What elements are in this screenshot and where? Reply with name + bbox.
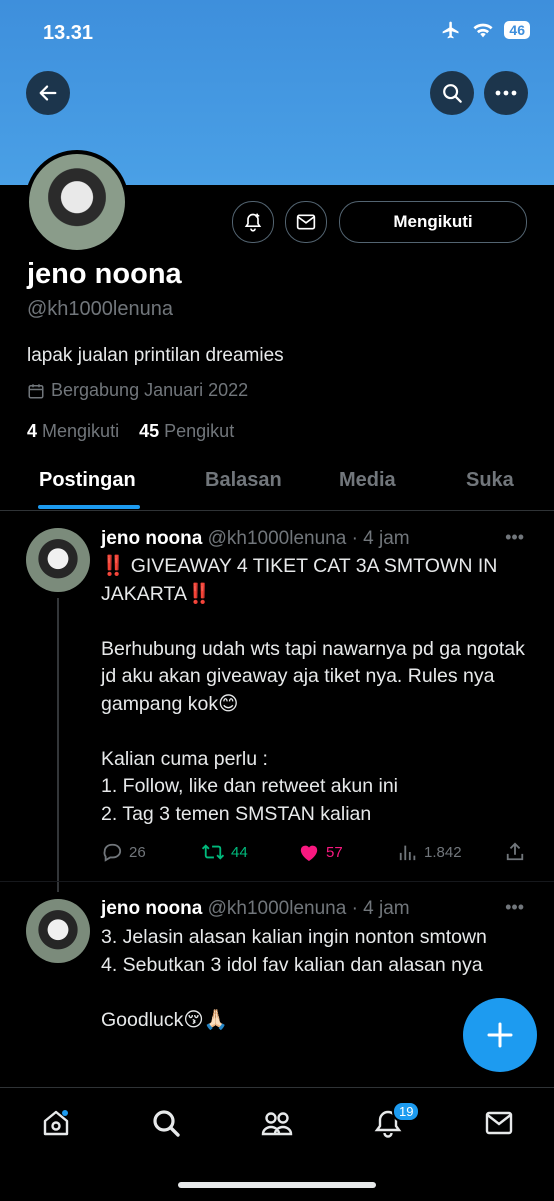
tweet[interactable]: jeno noona @kh1000lenuna · 4 jam ••• ‼️ … (0, 511, 554, 891)
status-icons: 46 (440, 20, 530, 40)
home-indicator[interactable] (178, 1182, 376, 1188)
compose-button[interactable] (463, 998, 537, 1072)
following-label: Mengikuti (42, 421, 120, 441)
bell-plus-icon (243, 212, 263, 232)
tab-posts[interactable]: Postingan (39, 469, 136, 492)
more-horizontal-icon (495, 89, 517, 97)
status-time: 13.31 (43, 22, 94, 44)
notify-button[interactable] (232, 201, 274, 243)
profile-avatar[interactable] (25, 150, 129, 254)
wifi-icon (472, 21, 494, 39)
more-options-button[interactable] (484, 71, 528, 115)
views-chart-icon (398, 842, 418, 862)
followers-label: Pengikut (164, 421, 235, 441)
tweet-meta: @kh1000lenuna · 4 jam (207, 898, 410, 919)
search-icon (441, 82, 463, 104)
calendar-icon (27, 382, 45, 400)
arrow-left-icon (37, 82, 59, 104)
tab-replies[interactable]: Balasan (205, 469, 282, 492)
views-button[interactable]: 1.842 (398, 842, 462, 862)
tweet-avatar[interactable] (26, 528, 90, 592)
plus-icon (486, 1021, 514, 1049)
tweet-avatar[interactable] (26, 899, 90, 963)
nav-communities[interactable] (260, 1106, 294, 1140)
share-icon (505, 842, 525, 862)
reply-icon (101, 842, 123, 862)
nav-home[interactable] (39, 1106, 73, 1140)
nav-messages[interactable] (482, 1106, 516, 1140)
message-button[interactable] (285, 201, 327, 243)
joined-date: Bergabung Januari 2022 (27, 380, 248, 401)
back-button[interactable] (26, 71, 70, 115)
tweet-header: jeno noona @kh1000lenuna · 4 jam (101, 528, 410, 550)
tweet-actions: 26 44 57 1.842 (101, 842, 531, 864)
profile-name: jeno noona (27, 258, 182, 290)
profile-bio: lapak jualan printilan dreamies (27, 345, 284, 366)
retweet-button[interactable]: 44 (201, 842, 248, 862)
search-icon (151, 1108, 181, 1138)
share-button[interactable] (505, 842, 525, 862)
following-button[interactable]: Mengikuti (339, 201, 527, 243)
following-count: 4 (27, 421, 38, 441)
envelope-icon (484, 1110, 514, 1136)
followers-count: 45 (139, 421, 160, 441)
envelope-icon (296, 213, 316, 231)
tab-media[interactable]: Media (339, 469, 396, 492)
tweet-more-icon[interactable]: ••• (505, 897, 524, 918)
battery-level: 46 (504, 21, 530, 39)
views-count: 1.842 (424, 843, 462, 861)
profile-handle: @kh1000lenuna (27, 298, 173, 320)
heart-filled-icon (298, 842, 320, 862)
reply-count: 26 (129, 843, 146, 861)
airplane-icon (440, 20, 462, 40)
tweet-author-name[interactable]: jeno noona (101, 528, 202, 549)
nav-search[interactable] (149, 1106, 183, 1140)
tweet-author-name[interactable]: jeno noona (101, 898, 202, 919)
home-icon (41, 1108, 71, 1138)
like-count: 57 (326, 843, 343, 861)
notifications-badge: 19 (392, 1101, 421, 1122)
profile-tabs: Postingan Balasan Media Suka (0, 455, 554, 511)
tweet-header: jeno noona @kh1000lenuna · 4 jam (101, 898, 410, 920)
retweet-count: 44 (231, 843, 248, 861)
search-button[interactable] (430, 71, 474, 115)
people-icon (261, 1108, 293, 1138)
followers-link[interactable]: 45 Pengikut (139, 421, 234, 441)
retweet-icon (201, 842, 225, 862)
tweet-text: ‼️ GIVEAWAY 4 TIKET CAT 3A SMTOWN IN JAK… (101, 555, 525, 825)
tweet-meta: @kh1000lenuna · 4 jam (207, 528, 410, 549)
joined-text: Bergabung Januari 2022 (51, 380, 249, 400)
like-button[interactable]: 57 (298, 842, 343, 862)
active-tab-indicator (38, 505, 140, 509)
tweet-more-icon[interactable]: ••• (505, 527, 524, 548)
tweet-text: 3. Jelasin alasan kalian ingin nonton sm… (101, 926, 487, 1031)
follow-stats: 4 Mengikuti 45 Pengikut (27, 421, 234, 442)
reply-button[interactable]: 26 (101, 842, 146, 862)
tab-likes[interactable]: Suka (466, 469, 514, 492)
following-link[interactable]: 4 Mengikuti (27, 421, 119, 441)
